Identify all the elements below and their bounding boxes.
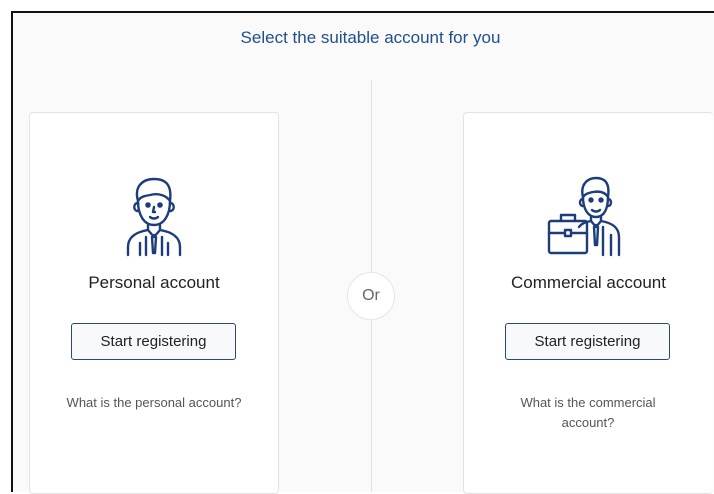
personal-account-title: Personal account — [88, 273, 220, 292]
commercial-account-info-link[interactable]: What is the commercial account? — [504, 393, 672, 433]
commercial-account-card: Commercial account Start registering Wha… — [463, 112, 713, 494]
personal-start-registering-button[interactable]: Start registering — [71, 323, 236, 360]
commercial-account-title: Commercial account — [511, 273, 666, 292]
person-icon — [30, 175, 278, 257]
businessman-briefcase-icon — [464, 175, 713, 257]
personal-account-info-link[interactable]: What is the personal account? — [50, 393, 258, 413]
commercial-start-registering-button[interactable]: Start registering — [505, 323, 670, 360]
or-label: Or — [362, 287, 380, 304]
page-title: Select the suitable account for you — [240, 28, 501, 47]
personal-account-card: Personal account Start registering What … — [29, 112, 279, 494]
or-separator: Or — [347, 272, 395, 320]
